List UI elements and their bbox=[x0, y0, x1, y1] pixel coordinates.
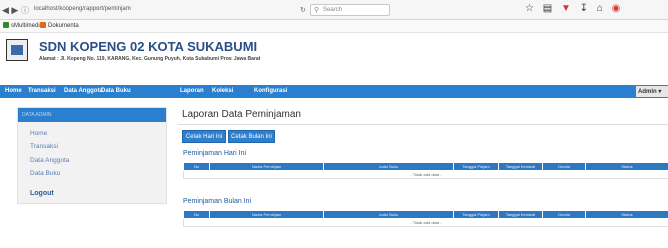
address-bar[interactable]: localhost/koopeng/rapport/peminjam bbox=[34, 6, 131, 12]
back-forward-buttons[interactable]: ◀ ▶ bbox=[2, 5, 18, 16]
title-divider bbox=[178, 124, 668, 125]
sidebar-item-data-anggota[interactable]: Data Anggota bbox=[30, 157, 69, 164]
nav-konfigurasi[interactable]: Konfigurasi bbox=[254, 88, 287, 94]
search-placeholder: Search bbox=[323, 7, 343, 13]
nav-transaksi[interactable]: Transaksi bbox=[28, 88, 56, 94]
bookmark-favicon bbox=[40, 22, 46, 28]
firefox-icon[interactable]: ◉ bbox=[612, 3, 621, 14]
col-status: Status bbox=[585, 210, 668, 219]
page-title: Laporan Data Peminjaman bbox=[182, 109, 301, 120]
school-address: Alamat : Jl. Kopeng No. 119, KARANG, Kec… bbox=[39, 56, 261, 62]
print-today-button[interactable]: Cetak Hari Ini bbox=[182, 130, 226, 143]
col-judul-buku: Judul Buku bbox=[323, 210, 454, 219]
col-nama-peminjam: Nama Peminjam bbox=[209, 162, 324, 171]
col-denda: Denda bbox=[542, 162, 586, 171]
sidebar-item-transaksi[interactable]: Transaksi bbox=[30, 143, 58, 150]
nav-laporan[interactable]: Laporan bbox=[180, 88, 204, 94]
sidebar: DATA ADMIN Home Transaksi Data Anggota D… bbox=[17, 107, 167, 204]
col-tanggal-pinjam: Tanggal Pinjam bbox=[453, 162, 499, 171]
bookmark-dokumenta[interactable]: Dokumenta bbox=[40, 22, 79, 29]
clipboard-icon[interactable]: ▤ bbox=[543, 3, 552, 14]
empty-message: - Tidak ada data - bbox=[183, 170, 668, 179]
main-panel: Laporan Data Peminjaman Cetak Hari Ini C… bbox=[178, 107, 668, 247]
nav-home[interactable]: Home bbox=[5, 88, 22, 94]
caret-down-icon: ▾ bbox=[658, 89, 662, 95]
sidebar-item-home[interactable]: Home bbox=[30, 130, 47, 137]
toolbar-icons: ☆ ▤ ▼ ↧ ⌂ ◉ bbox=[525, 3, 626, 14]
col-nama-peminjam: Nama Peminjam bbox=[209, 210, 324, 219]
nav-data-buku[interactable]: Data Buku bbox=[101, 88, 131, 94]
search-icon: ⚲ bbox=[314, 7, 320, 14]
bookmark-multimedia[interactable]: sMultimedia bbox=[3, 22, 43, 29]
star-icon[interactable]: ☆ bbox=[525, 3, 534, 14]
today-table: No Nama Peminjam Judul Buku Tanggal Pinj… bbox=[183, 162, 668, 179]
reload-icon[interactable]: ↻ bbox=[300, 6, 306, 14]
sidebar-item-data-buku[interactable]: Data Buku bbox=[30, 170, 60, 177]
empty-message: - Tidak ada data - bbox=[183, 218, 668, 227]
pocket-icon[interactable]: ▼ bbox=[561, 3, 571, 14]
col-no: No bbox=[183, 162, 210, 171]
table-header-row: No Nama Peminjam Judul Buku Tanggal Pinj… bbox=[183, 210, 668, 219]
school-logo bbox=[6, 39, 28, 61]
logout-link[interactable]: Logout bbox=[30, 190, 54, 197]
site-info-icon[interactable]: ⓘ bbox=[21, 5, 29, 16]
sidebar-header: DATA ADMIN bbox=[18, 108, 166, 122]
col-tanggal-kembali: Tanggal Kembali bbox=[498, 210, 543, 219]
bookmarks-bar: sMultimedia Dokumenta bbox=[0, 20, 668, 33]
browser-toolbar: ◀ ▶ ⓘ localhost/koopeng/rapport/peminjam… bbox=[0, 0, 668, 20]
school-header: SDN KOPENG 02 KOTA SUKABUMI Alamat : Jl.… bbox=[0, 33, 668, 67]
col-tanggal-pinjam: Tanggal Pinjam bbox=[453, 210, 499, 219]
col-denda: Denda bbox=[542, 210, 586, 219]
section-today-title: Peminjaman Hari Ini bbox=[183, 150, 247, 157]
nav-data-anggota[interactable]: Data Anggota bbox=[64, 88, 103, 94]
col-no: No bbox=[183, 210, 210, 219]
section-month-title: Peminjaman Bulan Ini bbox=[183, 198, 252, 205]
bookmark-favicon bbox=[3, 22, 9, 28]
admin-dropdown[interactable]: Admin ▾ bbox=[636, 86, 668, 97]
school-name: SDN KOPENG 02 KOTA SUKABUMI bbox=[39, 39, 258, 54]
nav-koleksi[interactable]: Koleksi bbox=[212, 88, 233, 94]
col-tanggal-kembali: Tanggal Kembali bbox=[498, 162, 543, 171]
col-judul-buku: Judul Buku bbox=[323, 162, 454, 171]
table-row: - Tidak ada data - bbox=[183, 170, 668, 179]
month-table: No Nama Peminjam Judul Buku Tanggal Pinj… bbox=[183, 210, 668, 227]
col-status: Status bbox=[585, 162, 668, 171]
main-navbar: Home Transaksi Data Anggota Data Buku La… bbox=[0, 85, 668, 98]
table-header-row: No Nama Peminjam Judul Buku Tanggal Pinj… bbox=[183, 162, 668, 171]
download-icon[interactable]: ↧ bbox=[580, 3, 588, 14]
print-month-button[interactable]: Cetak Bulan Ini bbox=[228, 130, 275, 143]
table-row: - Tidak ada data - bbox=[183, 218, 668, 227]
search-input[interactable]: ⚲ Search bbox=[310, 4, 390, 16]
home-icon[interactable]: ⌂ bbox=[597, 3, 603, 14]
